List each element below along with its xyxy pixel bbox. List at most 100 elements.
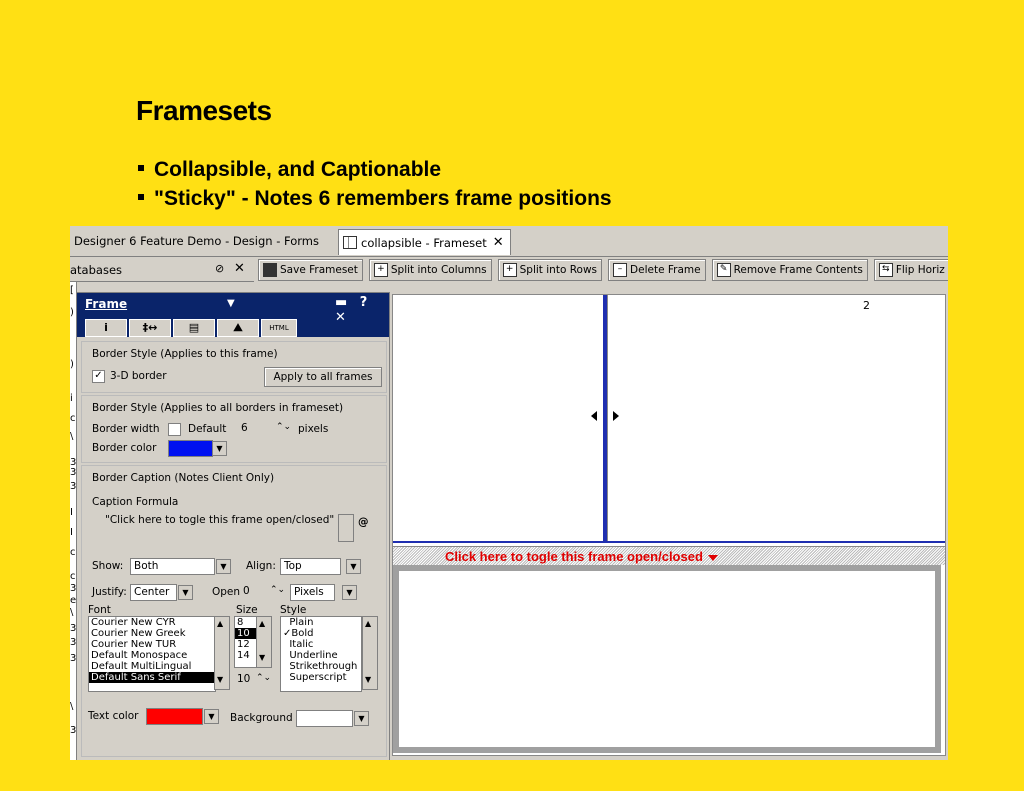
chevron-down-icon[interactable]: ▼	[354, 711, 369, 726]
align-select[interactable]: Top	[280, 558, 341, 575]
default-label: Default	[188, 423, 227, 435]
default-width-checkbox[interactable]	[168, 423, 181, 436]
tab-label: collapsible - Frameset	[361, 235, 487, 250]
tab-collapsible-frameset[interactable]: collapsible - Frameset ✕	[338, 229, 511, 255]
border-width-input[interactable]: 6	[238, 421, 275, 436]
frame-2[interactable]: 2	[607, 295, 944, 543]
list-item[interactable]: Italic	[281, 639, 361, 650]
chevron-down-icon[interactable]: ▼	[227, 298, 235, 309]
close-icon[interactable]: ✕	[234, 261, 245, 276]
properties-title[interactable]: Frame	[85, 297, 127, 311]
tab-html[interactable]: HTML	[261, 319, 297, 337]
list-item[interactable]: Default Monospace	[89, 650, 215, 661]
spinner-icon[interactable]: ⌃⌄	[270, 585, 285, 595]
open-unit-select[interactable]: Pixels	[290, 584, 335, 601]
open-input[interactable]: 0	[240, 584, 265, 599]
3d-border-checkbox[interactable]: ✓	[92, 370, 105, 383]
size-scrollbar[interactable]: ▲ ▼	[256, 616, 272, 668]
frame-3[interactable]	[393, 565, 941, 753]
chevron-down-icon[interactable]: ▼	[346, 559, 361, 574]
window-controls[interactable]: ▬ ? ✕	[335, 295, 389, 325]
list-item[interactable]: Plain	[281, 617, 361, 628]
border-color-swatch[interactable]	[168, 440, 213, 457]
expand-right-arrow-icon[interactable]	[613, 411, 619, 421]
apply-all-frames-button[interactable]: Apply to all frames	[264, 367, 382, 387]
bullet-item: Collapsible, and Captionable	[138, 155, 612, 184]
font-scrollbar[interactable]: ▲ ▼	[214, 616, 230, 690]
list-item[interactable]: Strikethrough	[281, 661, 361, 672]
tab-info[interactable]: i	[85, 319, 127, 337]
formula-at-icon[interactable]: @	[358, 516, 369, 528]
tab-border[interactable]: ▤	[173, 319, 215, 337]
align-label: Align:	[246, 560, 276, 572]
collapse-left-arrow-icon[interactable]	[591, 411, 597, 421]
background-label: Background	[230, 712, 293, 724]
list-item[interactable]: ✓Bold	[281, 628, 361, 639]
list-item[interactable]: Default Sans Serif	[89, 672, 215, 683]
tree-fragment: )	[70, 359, 74, 370]
designer-screenshot: Designer 6 Feature Demo - Design - Forms…	[70, 226, 948, 760]
open-label: Open	[212, 586, 241, 598]
caption-triangle-icon	[707, 554, 718, 561]
style-label: Style	[280, 604, 307, 616]
list-item[interactable]: 12	[235, 639, 257, 650]
font-label: Font	[88, 604, 111, 616]
tree-fragment: c	[70, 571, 76, 582]
frame-caption[interactable]: Click here to togle this frame open/clos…	[445, 549, 718, 564]
spinner-icon[interactable]: ⌃⌄	[276, 422, 291, 432]
border-color-label: Border color	[92, 442, 157, 454]
chevron-down-icon[interactable]: ▼	[204, 709, 219, 724]
frame-1[interactable]	[393, 295, 604, 543]
list-item[interactable]: Underline	[281, 650, 361, 661]
formula-scrollbar[interactable]	[338, 514, 354, 542]
close-icon[interactable]: ✕	[493, 235, 504, 250]
split-columns-button[interactable]: + Split into Columns	[368, 259, 492, 281]
show-select[interactable]: Both	[130, 558, 215, 575]
font-list[interactable]: Courier New CYR Courier New Greek Courier …	[88, 616, 216, 692]
delete-frame-button[interactable]: – Delete Frame	[608, 259, 706, 281]
spinner-icon[interactable]: ⌃⌄	[256, 673, 271, 683]
size-list[interactable]: 8 10 12 14	[234, 616, 258, 668]
delete-frame-icon: –	[613, 263, 628, 277]
frame-number: 2	[863, 299, 870, 312]
caption-formula-input[interactable]: "Click here to togle this frame open/clo…	[102, 514, 335, 540]
save-frameset-button[interactable]: Save Frameset	[258, 259, 363, 281]
tab-background[interactable]: ⛰	[217, 319, 259, 337]
justify-select[interactable]: Center	[130, 584, 177, 601]
pixels-label: pixels	[298, 423, 329, 435]
bullet-list: Collapsible, and Captionable "Sticky" - …	[138, 155, 612, 213]
list-item[interactable]: Courier New CYR	[89, 617, 215, 628]
justify-label: Justify:	[92, 586, 127, 598]
text-color-swatch[interactable]	[146, 708, 203, 725]
frameset-icon	[343, 236, 357, 249]
list-item[interactable]: Default MultiLingual	[89, 661, 215, 672]
border-style-all-section: Border Style (Applies to all borders in …	[81, 395, 387, 463]
section-heading: Border Caption (Notes Client Only)	[92, 472, 275, 484]
style-scrollbar[interactable]: ▲ ▼	[362, 616, 378, 690]
background-color-swatch[interactable]	[296, 710, 353, 727]
list-item[interactable]: Superscript	[281, 672, 361, 683]
tab-design-forms[interactable]: Designer 6 Feature Demo - Design - Forms	[74, 234, 319, 248]
chevron-down-icon[interactable]: ▼	[216, 559, 231, 574]
pin-icon[interactable]: ⊘	[215, 262, 224, 275]
remove-frame-contents-button[interactable]: ✎ Remove Frame Contents	[711, 259, 868, 281]
chevron-down-icon[interactable]: ▼	[342, 585, 357, 600]
text-color-label: Text color	[88, 710, 139, 722]
split-rows-button[interactable]: + Split into Rows	[497, 259, 603, 281]
list-item[interactable]: 8	[235, 617, 257, 628]
size-input[interactable]: 10	[234, 672, 257, 687]
style-list[interactable]: Plain ✓Bold Italic Underline Strikethroug…	[280, 616, 362, 692]
flip-icon: ⇆	[878, 263, 893, 277]
split-columns-icon: +	[373, 263, 388, 277]
list-item[interactable]: 10	[235, 628, 257, 639]
frame-border	[393, 541, 945, 543]
flip-horizontal-button[interactable]: ⇆ Flip Horiz	[873, 259, 948, 281]
chevron-down-icon[interactable]: ▼	[178, 585, 193, 600]
list-item[interactable]: 14	[235, 650, 257, 661]
list-item[interactable]: Courier New Greek	[89, 628, 215, 639]
list-item[interactable]: Courier New TUR	[89, 639, 215, 650]
frame-caption-bar[interactable]: Click here to togle this frame open/clos…	[393, 546, 945, 565]
bullet-square-icon	[138, 165, 144, 172]
chevron-down-icon[interactable]: ▼	[212, 441, 227, 456]
tab-size[interactable]: ‡↔	[129, 319, 171, 337]
